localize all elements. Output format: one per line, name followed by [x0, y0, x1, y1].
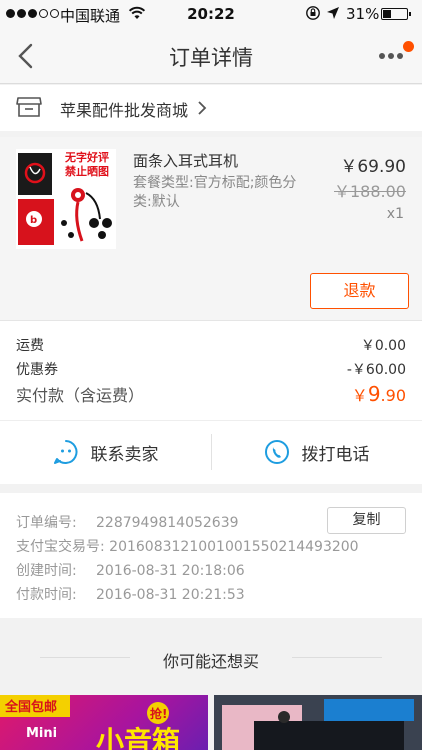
keyboard-ad-image	[214, 695, 422, 750]
total-label: 实付款（含运费）	[16, 386, 145, 405]
recommend-title: 你可能还想买	[162, 652, 259, 671]
status-bar: 中国联通 20:22 31%	[0, 0, 422, 28]
contact-seller-label: 联系卖家	[90, 444, 159, 465]
recommend-card[interactable]	[214, 695, 422, 750]
ad-big-text: 小音箱	[96, 725, 180, 750]
order-number-value: 2287949814052639	[96, 515, 239, 531]
alipay-value: 2016083121001001550214493200	[109, 539, 359, 555]
battery-percent: 31%	[346, 5, 380, 23]
total-row: 实付款（含运费） ￥9.90	[16, 382, 406, 406]
refund-button[interactable]: 退款	[310, 273, 409, 309]
rotation-lock-icon	[306, 6, 320, 20]
more-dots-icon[interactable]	[378, 50, 408, 62]
coupon-label: 优惠券	[16, 362, 58, 378]
total-value: ￥9.90	[352, 382, 406, 406]
phone-icon	[264, 440, 289, 464]
recommend-card[interactable]: 全国包邮 抢! Mini 小音箱	[0, 695, 208, 750]
product-price: ￥69.90	[340, 157, 406, 177]
nav-bar: 订单详情	[0, 28, 422, 84]
product-item[interactable]: b 无字好评 禁止晒图 面条入耳式耳机 套餐类型:官方标配;颜色分类:默认 ￥6…	[0, 137, 422, 320]
call-label: 拨打电话	[301, 444, 370, 465]
ad-badge-text: 抢!	[150, 706, 167, 721]
shipping-label: 运费	[16, 338, 44, 354]
product-name: 面条入耳式耳机	[133, 152, 239, 170]
call-button[interactable]: 拨打电话	[211, 421, 422, 483]
product-quantity: x1	[386, 206, 404, 222]
shop-name: 苹果配件批发商城	[60, 101, 189, 120]
store-icon	[16, 97, 42, 117]
coupon-row: 优惠券 -￥60.00	[16, 359, 406, 379]
shipping-row: 运费 ￥0.00	[16, 335, 406, 355]
chevron-right-icon	[198, 101, 207, 115]
speaker-ad-image: 全国包邮 抢! Mini 小音箱	[0, 695, 180, 750]
copy-button[interactable]: 复制	[327, 507, 406, 534]
paid-value: 2016-08-31 20:21:53	[96, 587, 245, 603]
svg-text:b: b	[30, 215, 37, 226]
paid-label: 付款时间:	[16, 587, 77, 603]
fee-summary: 运费 ￥0.00 优惠券 -￥60.00 实付款（含运费） ￥9.90	[0, 320, 422, 420]
alipay-row: 支付宝交易号: 2016083121001001550214493200	[16, 536, 359, 556]
product-thumbnail: b 无字好评 禁止晒图	[16, 149, 116, 249]
ad-free-shipping-text: 全国包邮	[4, 699, 57, 715]
coupon-value: -￥60.00	[346, 362, 406, 378]
shop-row[interactable]: 苹果配件批发商城	[0, 85, 422, 131]
notification-dot	[403, 41, 414, 52]
total-decimal: .90	[380, 386, 406, 405]
contact-seller-button[interactable]: 联系卖家	[0, 421, 211, 483]
total-currency: ￥	[351, 386, 368, 405]
created-row: 创建时间: 2016-08-31 20:18:06	[16, 560, 245, 580]
order-number-row: 订单编号: 2287949814052639	[16, 512, 239, 532]
created-label: 创建时间:	[16, 563, 77, 579]
chat-smile-icon	[53, 440, 77, 464]
location-arrow-icon	[327, 7, 339, 19]
product-spec: 套餐类型:官方标配;颜色分类:默认	[133, 175, 297, 210]
created-value: 2016-08-31 20:18:06	[96, 563, 245, 579]
alipay-label: 支付宝交易号:	[16, 539, 105, 555]
order-number-label: 订单编号:	[16, 515, 77, 531]
paid-row: 付款时间: 2016-08-31 20:21:53	[16, 584, 245, 604]
shipping-value: ￥0.00	[360, 338, 406, 354]
page-title: 订单详情	[169, 46, 253, 70]
battery-icon	[381, 8, 411, 20]
total-integer: 9	[367, 382, 381, 406]
product-original-price: ￥188.00	[334, 182, 406, 201]
contact-bar: 联系卖家 拨打电话	[0, 420, 422, 484]
thumbnail-caption: 无字好评 禁止晒图	[65, 151, 109, 178]
ad-mini-text: Mini	[26, 726, 57, 741]
order-info: 订单编号: 2287949814052639 复制 支付宝交易号: 2016083…	[0, 493, 422, 618]
